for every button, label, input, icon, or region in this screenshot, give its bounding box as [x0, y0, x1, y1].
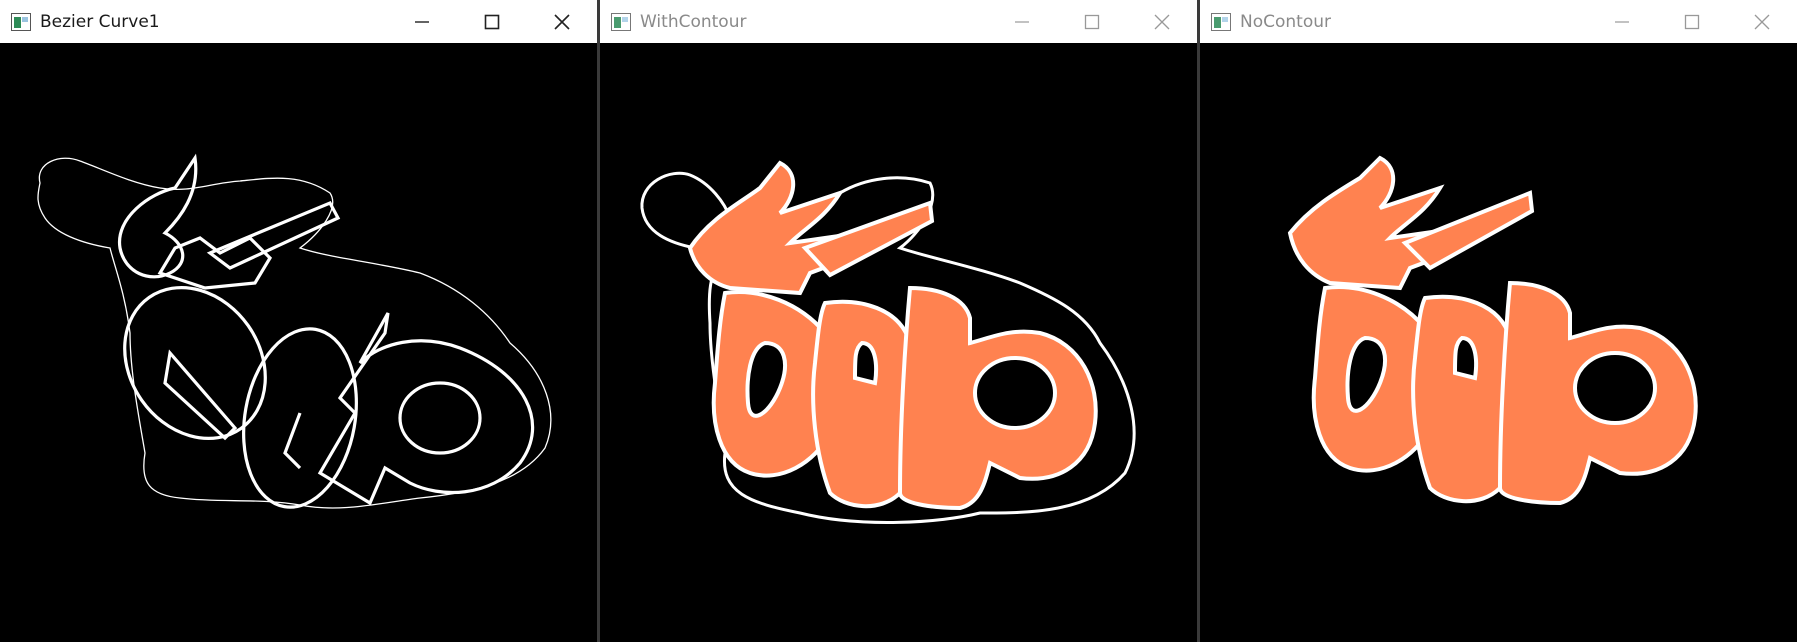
close-button[interactable]: [1727, 0, 1797, 43]
filled-with-contour-drawing: [640, 160, 1136, 524]
close-icon: [1754, 14, 1770, 29]
close-button[interactable]: [527, 0, 597, 43]
filled-letters: [687, 160, 1098, 511]
maximize-button[interactable]: [1657, 0, 1727, 43]
minimize-icon: [1015, 20, 1029, 23]
titlebar[interactable]: Bezier Curve1: [0, 0, 597, 44]
close-icon: [1154, 14, 1170, 29]
minimize-icon: [1615, 20, 1629, 23]
window-title: NoContour: [1240, 11, 1331, 32]
filled-letters: [1287, 155, 1698, 506]
maximize-button[interactable]: [1057, 0, 1127, 43]
titlebar[interactable]: NoContour: [1200, 0, 1797, 43]
bezier-outline-drawing: [37, 153, 552, 509]
minimize-button[interactable]: [987, 0, 1057, 43]
letter-strokes: [118, 153, 535, 509]
window-title: WithContour: [640, 11, 747, 32]
window-nocontour[interactable]: NoContour: [1200, 0, 1797, 642]
canvas-with-contour[interactable]: [600, 43, 1197, 642]
canvas-bezier-outlines[interactable]: [0, 43, 597, 642]
minimize-button[interactable]: [387, 0, 457, 43]
app-window-icon: [1211, 12, 1231, 31]
window-withcontour[interactable]: WithContour: [600, 0, 1197, 642]
maximize-button[interactable]: [457, 0, 527, 43]
close-icon: [554, 13, 570, 30]
window-bezier-curve1[interactable]: Bezier Curve1: [0, 0, 597, 642]
window-title: Bezier Curve1: [40, 11, 160, 32]
app-window-icon: [611, 12, 631, 31]
maximize-icon: [484, 14, 500, 29]
minimize-button[interactable]: [1587, 0, 1657, 43]
maximize-icon: [1084, 14, 1100, 29]
filled-no-contour-drawing: [1287, 155, 1698, 506]
minimize-icon: [415, 20, 429, 23]
maximize-icon: [1684, 14, 1700, 29]
canvas-no-contour[interactable]: [1200, 43, 1797, 642]
close-button[interactable]: [1127, 0, 1197, 43]
app-window-icon: [11, 12, 31, 31]
titlebar[interactable]: WithContour: [600, 0, 1197, 43]
